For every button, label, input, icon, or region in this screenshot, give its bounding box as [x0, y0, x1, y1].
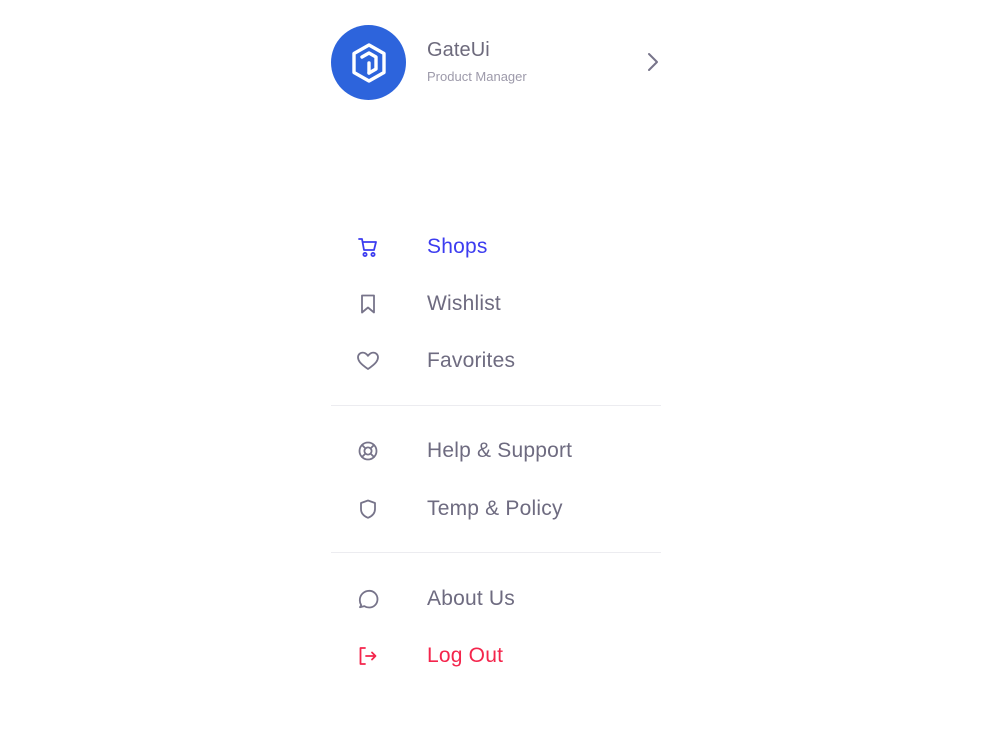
menu-item-temp-policy[interactable]: Temp & Policy — [331, 487, 661, 531]
menu-item-log-out[interactable]: Log Out — [331, 634, 661, 678]
divider — [331, 552, 661, 553]
menu-item-label: Favorites — [427, 349, 516, 372]
bookmark-icon — [356, 293, 380, 315]
menu-item-label: Help & Support — [427, 439, 573, 462]
chevron-right-icon[interactable] — [645, 51, 661, 73]
menu-item-label: About Us — [427, 587, 515, 610]
menu-item-help-support[interactable]: Help & Support — [331, 429, 661, 473]
profile-card[interactable]: GateUi Product Manager — [331, 25, 661, 100]
menu-item-label: Wishlist — [427, 292, 501, 315]
menu-item-shops[interactable]: Shops — [331, 225, 661, 269]
menu-item-favorites[interactable]: Favorites — [331, 339, 661, 383]
side-menu: GateUi Product Manager Shops Wishlist Fa… — [331, 0, 661, 750]
avatar — [331, 25, 406, 100]
lifebuoy-icon — [356, 440, 380, 462]
profile-name: GateUi — [427, 39, 490, 61]
menu-item-about-us[interactable]: About Us — [331, 577, 661, 621]
menu-item-wishlist[interactable]: Wishlist — [331, 282, 661, 326]
menu-item-label: Log Out — [427, 644, 504, 667]
profile-role: Product Manager — [427, 69, 527, 84]
logout-icon — [356, 645, 380, 667]
shopping-cart-icon — [356, 236, 380, 258]
gateui-logo-icon — [351, 42, 386, 83]
menu-item-label: Temp & Policy — [427, 497, 563, 520]
heart-icon — [356, 350, 380, 372]
chat-bubble-icon — [356, 588, 380, 610]
menu-item-label: Shops — [427, 235, 488, 258]
shield-icon — [356, 498, 380, 520]
divider — [331, 405, 661, 406]
